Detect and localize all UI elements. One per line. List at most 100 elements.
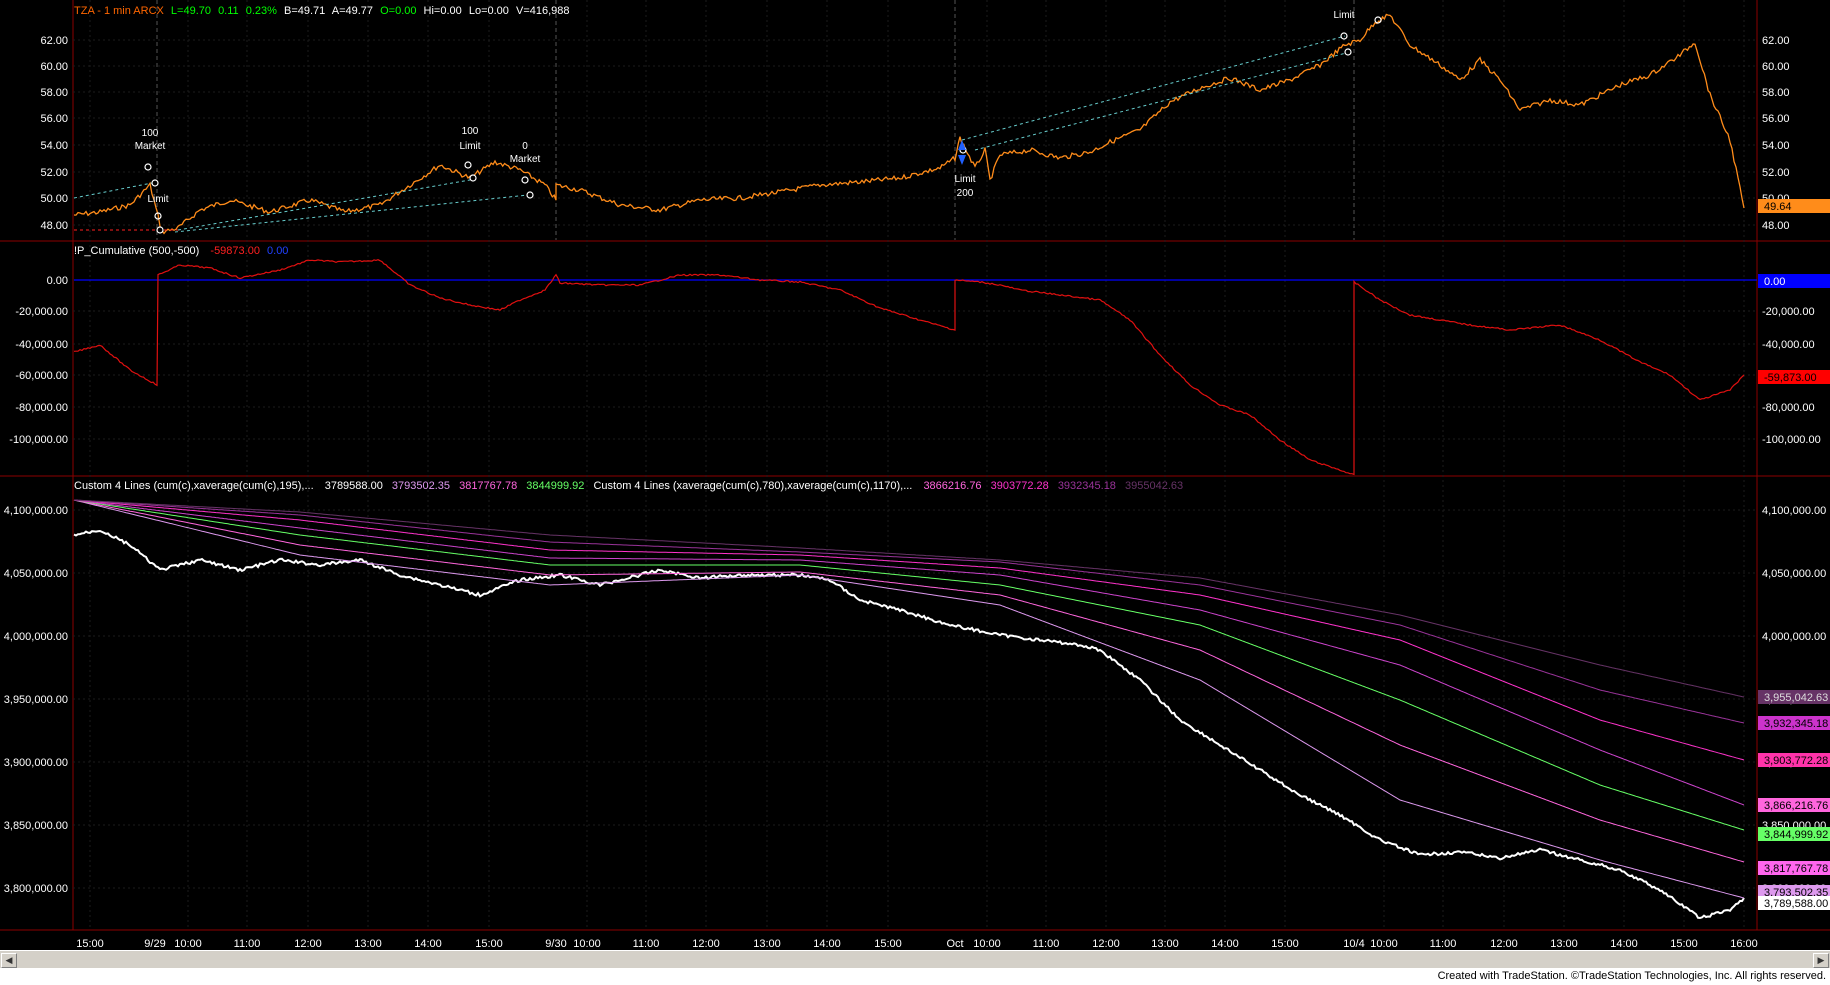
panel-frame xyxy=(0,0,1830,931)
x-tick-label: 13:00 xyxy=(1151,938,1179,950)
copyright-text: Created with TradeStation. ©TradeStation… xyxy=(1437,970,1826,982)
chart-window[interactable]: TZA - 1 min ARCX L=49.70 0.11 0.23% B=49… xyxy=(0,0,1830,950)
x-tick-label: 13:00 xyxy=(1550,938,1578,950)
fill-marker-icon[interactable] xyxy=(526,191,534,199)
y-tick-label: 50.00 xyxy=(40,193,68,205)
cumulative-value-tag-text: -59,873.00 xyxy=(1764,372,1817,384)
y-tick-label: 3,900,000.00 xyxy=(4,757,68,769)
trade-annotation: Limit xyxy=(954,174,975,185)
y-tick-label: 4,100,000.00 xyxy=(1762,505,1826,517)
y-tick-label: 4,050,000.00 xyxy=(1762,568,1826,580)
x-tick-label: 13:00 xyxy=(354,938,382,950)
horizontal-scrollbar[interactable]: ◀ ▶ xyxy=(0,950,1830,970)
y-tick-label: 52.00 xyxy=(1762,167,1790,179)
trade-annotation: Limit xyxy=(147,194,168,205)
time-axis-labels: 15:00 9/29 10:00 11:00 12:00 13:00 14:00 15:00 9… xyxy=(76,938,1758,950)
x-tick-label: 14:00 xyxy=(813,938,841,950)
scroll-left-icon[interactable]: ◀ xyxy=(1,953,17,968)
trade-markers: 100 Market Limit 100 Limit 0 Market Limit 200 Lim… xyxy=(135,10,1382,234)
y-tick-label: 3,950,000.00 xyxy=(4,694,68,706)
trade-annotation: 100 xyxy=(142,128,159,139)
order-marker-icon[interactable] xyxy=(464,161,472,169)
cum-close-series xyxy=(73,529,1745,920)
average-line xyxy=(73,499,1745,724)
x-tick-label: 15:00 xyxy=(76,938,104,950)
y-tick-label: 58.00 xyxy=(40,87,68,99)
line-value-tag-text: 3,817,767.78 xyxy=(1764,863,1828,875)
x-tick-label: 9/29 xyxy=(144,938,165,950)
order-marker-icon[interactable] xyxy=(1340,32,1348,40)
y-tick-label: 4,000,000.00 xyxy=(4,631,68,643)
last-price-tag-text: 49.64 xyxy=(1764,201,1792,213)
average-line xyxy=(73,499,1745,806)
trade-annotation: Market xyxy=(510,154,541,165)
fill-marker-icon[interactable] xyxy=(156,226,164,234)
y-tick-label: 48.00 xyxy=(40,220,68,232)
line-value-tag-text: 3,955,042.63 xyxy=(1764,692,1828,704)
x-tick-label: 16:00 xyxy=(1730,938,1758,950)
symbol-title: TZA - 1 min ARCX L=49.70 0.11 0.23% B=49… xyxy=(74,5,570,17)
average-line xyxy=(73,499,1745,698)
y-tick-label: 3,800,000.00 xyxy=(4,883,68,895)
series-layer xyxy=(73,13,1757,920)
x-tick-label: 11:00 xyxy=(234,938,261,950)
x-tick-label: 10:00 xyxy=(1370,938,1398,950)
trade-annotation: 0 xyxy=(522,141,528,152)
trade-annotation: Limit xyxy=(459,141,480,152)
y-tick-label: 4,000,000.00 xyxy=(1762,631,1826,643)
y-tick-label: 62.00 xyxy=(40,35,68,47)
order-marker-icon[interactable] xyxy=(521,176,529,184)
scroll-right-icon[interactable]: ▶ xyxy=(1813,953,1829,968)
x-tick-label: 11:00 xyxy=(1033,938,1060,950)
x-tick-label: 10:00 xyxy=(973,938,1001,950)
indicator-title: !P_Cumulative (500,-500) -59873.00 0.00 xyxy=(74,245,288,257)
copyright-footer: Created with TradeStation. ©TradeStation… xyxy=(0,968,1830,985)
x-tick-label: 15:00 xyxy=(475,938,503,950)
lines-title: Custom 4 Lines (cum(c),xaverage(cum(c),1… xyxy=(74,480,1183,492)
y-tick-label: 60.00 xyxy=(40,61,68,73)
y-tick-label: 54.00 xyxy=(1762,140,1790,152)
y-tick-label: 56.00 xyxy=(40,113,68,125)
x-tick-label: 11:00 xyxy=(633,938,660,950)
x-tick-label: 15:00 xyxy=(874,938,902,950)
x-tick-label: 14:00 xyxy=(1211,938,1239,950)
line-value-tag-text: 3,844,999.92 xyxy=(1764,829,1828,841)
x-tick-label: 12:00 xyxy=(1092,938,1120,950)
buy-arrow-icon[interactable] xyxy=(958,155,966,165)
trend-line xyxy=(961,35,1346,141)
trade-annotation: Market xyxy=(135,141,166,152)
x-tick-label: 11:00 xyxy=(1430,938,1457,950)
y-tick-label: -40,000.00 xyxy=(1762,339,1815,351)
x-tick-label: 12:00 xyxy=(294,938,322,950)
x-tick-label: 10:00 xyxy=(174,938,202,950)
x-tick-label: 10/4 xyxy=(1343,938,1364,950)
line-value-tag-text: 3,789,588.00 xyxy=(1764,898,1828,910)
trade-annotation: 200 xyxy=(957,188,974,199)
y-tick-label: 56.00 xyxy=(1762,113,1790,125)
trade-annotation: 100 xyxy=(462,126,479,137)
y-tick-label: -20,000.00 xyxy=(15,306,68,318)
order-marker-icon[interactable] xyxy=(144,163,152,171)
y-tick-label: 60.00 xyxy=(1762,61,1790,73)
x-tick-label: 10:00 xyxy=(573,938,601,950)
x-tick-label: 12:00 xyxy=(1490,938,1518,950)
grid xyxy=(73,0,1757,930)
fill-marker-icon[interactable] xyxy=(469,174,477,182)
y-tick-label: -60,000.00 xyxy=(15,370,68,382)
trend-line xyxy=(974,51,1351,151)
y-tick-label: -100,000.00 xyxy=(1762,434,1821,446)
x-tick-label: 15:00 xyxy=(1271,938,1299,950)
y-tick-label: 4,050,000.00 xyxy=(4,568,68,580)
y-tick-label: -40,000.00 xyxy=(15,339,68,351)
line-value-tag-text: 3,932,345.18 xyxy=(1764,718,1828,730)
y-tick-label: -80,000.00 xyxy=(15,402,68,414)
y-tick-label: 48.00 xyxy=(1762,220,1790,232)
x-tick-label: 15:00 xyxy=(1670,938,1698,950)
fill-marker-icon[interactable] xyxy=(1344,48,1352,56)
y-tick-label: 52.00 xyxy=(40,167,68,179)
y-tick-label: 3,850,000.00 xyxy=(4,820,68,832)
x-tick-label: 14:00 xyxy=(1610,938,1638,950)
fill-marker-icon[interactable] xyxy=(151,179,159,187)
y-tick-label: 62.00 xyxy=(1762,35,1790,47)
x-tick-label: 14:00 xyxy=(414,938,442,950)
